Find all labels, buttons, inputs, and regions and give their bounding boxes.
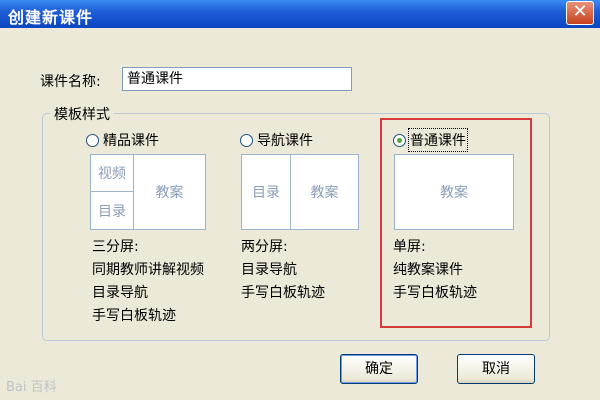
option-premium-label: 精品课件 <box>103 133 159 149</box>
desc-line: 目录导航 <box>241 262 297 278</box>
create-courseware-dialog: 创建新课件 ✕ 课件名称: 普通课件 模板样式 精品课件 视频 目录 教案 三分… <box>0 0 600 400</box>
desc-line: 两分屏: <box>241 239 288 255</box>
baidu-paw-icon: Bai 百科 <box>6 380 57 395</box>
preview-lesson-plan-cell: 教案 <box>155 185 184 201</box>
ok-button[interactable]: 确定 <box>340 354 418 384</box>
title-bar[interactable]: 创建新课件 ✕ <box>0 0 600 28</box>
preview-normal-layout: 教案 <box>394 154 514 230</box>
radio-normal-courseware[interactable] <box>393 133 406 147</box>
radio-premium-courseware[interactable] <box>86 133 99 147</box>
preview-lesson-plan-cell: 教案 <box>310 185 339 201</box>
premium-description: 三分屏: 同期教师讲解视频 目录导航 手写白板轨迹 <box>92 236 204 328</box>
preview-navigation-layout: 目录 教案 <box>241 154 359 230</box>
option-normal-courseware[interactable]: 普通课件 <box>393 128 468 152</box>
preview-catalog-cell: 目录 <box>252 185 280 201</box>
option-navigation-courseware[interactable]: 导航课件 <box>240 130 313 150</box>
navigation-description: 两分屏: 目录导航 手写白板轨迹 <box>241 236 325 305</box>
option-navigation-label: 导航课件 <box>257 133 313 149</box>
preview-video-cell: 视频 <box>98 166 126 182</box>
desc-line: 手写白板轨迹 <box>241 285 325 301</box>
desc-line: 手写白板轨迹 <box>393 285 477 301</box>
window-title: 创建新课件 <box>8 8 94 27</box>
desc-line: 单屏: <box>393 239 426 255</box>
desc-line: 三分屏: <box>92 239 139 255</box>
radio-navigation-courseware[interactable] <box>240 133 253 147</box>
preview-catalog-cell: 目录 <box>98 203 126 220</box>
template-style-legend: 模板样式 <box>50 104 114 124</box>
preview-lesson-plan-cell: 教案 <box>440 185 468 201</box>
courseware-name-label: 课件名称: <box>40 74 101 90</box>
desc-line: 目录导航 <box>92 285 148 301</box>
option-premium-courseware[interactable]: 精品课件 <box>86 130 159 150</box>
preview-premium-layout: 视频 目录 教案 <box>90 154 206 230</box>
desc-line: 同期教师讲解视频 <box>92 262 204 278</box>
option-normal-label: 普通课件 <box>408 128 468 152</box>
close-button[interactable]: ✕ <box>566 1 594 25</box>
courseware-name-input[interactable]: 普通课件 <box>122 67 352 91</box>
cancel-button[interactable]: 取消 <box>457 354 535 384</box>
normal-description: 单屏: 纯教案课件 手写白板轨迹 <box>393 236 477 305</box>
desc-line: 纯教案课件 <box>393 262 463 278</box>
desc-line: 手写白板轨迹 <box>92 308 176 324</box>
close-icon: ✕ <box>572 1 588 22</box>
